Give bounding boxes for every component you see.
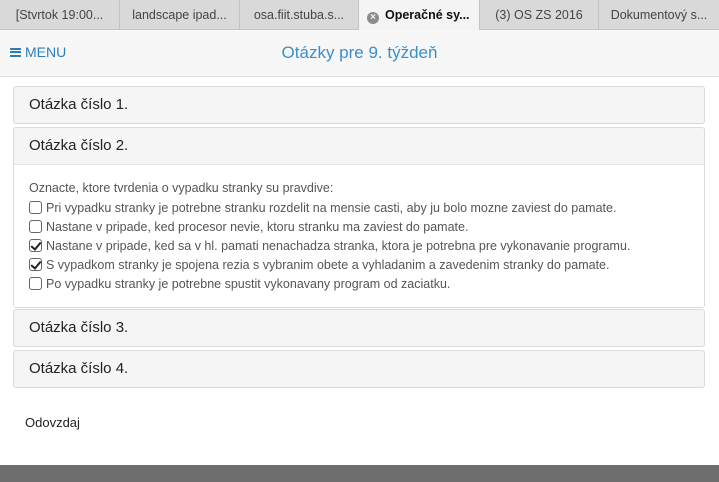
close-icon[interactable]: × [367,12,379,24]
answer-checkbox-2[interactable] [29,220,42,233]
answer-checkbox-5[interactable] [29,277,42,290]
answer-label: Nastane v pripade, ked sa v hl. pamati n… [46,238,631,253]
answer-label: Pri vypadku stranky je potrebne stranku … [46,200,617,215]
page-title: Otázky pre 9. týždeň [281,43,438,62]
answer-checkbox-3[interactable] [29,239,42,252]
question-body-2: Oznacte, ktore tvrdenia o vypadku strank… [14,164,704,307]
answer-option-1[interactable]: Pri vypadku stranky je potrebne stranku … [29,198,689,217]
answer-checkbox-4[interactable] [29,258,42,271]
question-panel-2: Otázka číslo 2. Oznacte, ktore tvrdenia … [13,127,705,308]
tab-stvrtok[interactable]: [Stvrtok 19:00... [0,0,120,30]
main-content: Otázka číslo 1. Otázka číslo 2. Oznacte,… [0,77,719,465]
answer-label: S vypadkom stranky je spojena rezia s vy… [46,257,610,272]
answer-checkbox-1[interactable] [29,201,42,214]
answer-label: Po vypadku stranky je potrebne spustit v… [46,276,451,291]
tab-landscape-ipad[interactable]: landscape ipad... [120,0,240,30]
answer-option-5[interactable]: Po vypadku stranky je potrebne spustit v… [29,274,689,293]
tab-label: Operačné sy... [385,8,470,22]
tab-osa-fiit[interactable]: osa.fiit.stuba.s... [240,0,359,30]
bottom-bar [0,465,719,482]
browser-tab-bar: [Stvrtok 19:00... landscape ipad... osa.… [0,0,719,30]
question-header-4[interactable]: Otázka číslo 4. [14,351,704,387]
answer-label: Nastane v pripade, ked procesor nevie, k… [46,219,469,234]
question-header-3[interactable]: Otázka číslo 3. [14,310,704,346]
question-text: Oznacte, ktore tvrdenia o vypadku strank… [29,181,334,195]
tab-operacne-systemy[interactable]: × Operačné sy... [359,0,480,30]
question-panel-4: Otázka číslo 4. [13,350,705,388]
tab-dokumentovy[interactable]: Dokumentový s... [599,0,719,30]
submit-button[interactable]: Odovzdaj [25,415,80,430]
app-header: MENU Otázky pre 9. týždeň [0,30,719,77]
tab-os-zs-2016[interactable]: (3) OS ZS 2016 [480,0,599,30]
question-header-2[interactable]: Otázka číslo 2. [14,128,704,164]
question-panel-1: Otázka číslo 1. [13,86,705,124]
tab-label: landscape ipad... [132,8,227,22]
answer-option-4[interactable]: S vypadkom stranky je spojena rezia s vy… [29,255,689,274]
answer-option-3[interactable]: Nastane v pripade, ked sa v hl. pamati n… [29,236,689,255]
tab-label: Dokumentový s... [610,8,708,22]
tab-label: osa.fiit.stuba.s... [253,8,345,22]
tab-label: [Stvrtok 19:00... [15,8,104,22]
tab-label: (3) OS ZS 2016 [495,8,583,22]
question-panel-3: Otázka číslo 3. [13,309,705,347]
answer-option-2[interactable]: Nastane v pripade, ked procesor nevie, k… [29,217,689,236]
question-header-1[interactable]: Otázka číslo 1. [14,87,704,123]
